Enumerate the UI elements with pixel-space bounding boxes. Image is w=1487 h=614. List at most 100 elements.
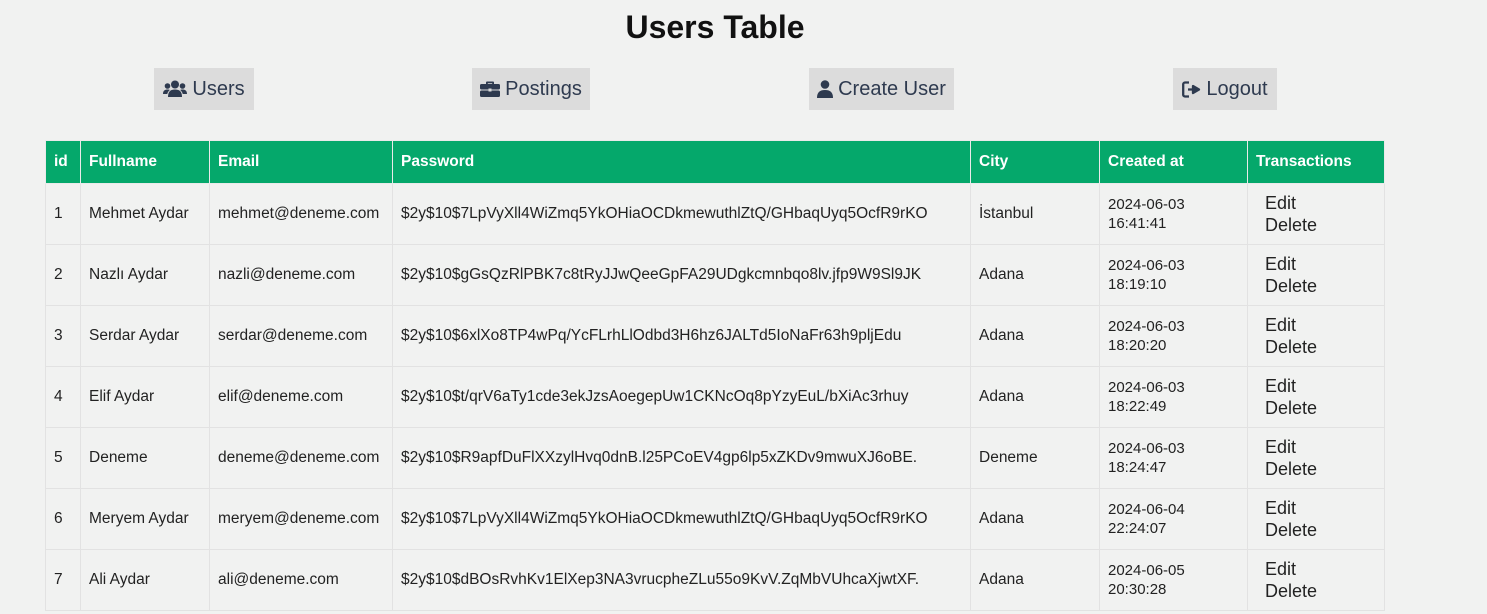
cell-fullname: Deneme	[80, 427, 210, 489]
cell-transactions: Edit Delete	[1247, 183, 1385, 245]
cell-transactions: Edit Delete	[1247, 488, 1385, 550]
delete-link[interactable]: Delete	[1265, 336, 1376, 358]
created-time: 22:24:07	[1108, 520, 1167, 537]
users-table: id Fullname Email Password City Created …	[45, 140, 1385, 611]
create-user-nav-label: Create User	[838, 77, 946, 100]
created-date: 2024-06-04	[1108, 501, 1185, 518]
briefcase-icon	[480, 80, 501, 98]
delete-link[interactable]: Delete	[1265, 458, 1376, 480]
cell-city: Adana	[970, 549, 1100, 611]
cell-city: Deneme	[970, 427, 1100, 489]
delete-link[interactable]: Delete	[1265, 519, 1376, 541]
table-row: 1 Mehmet Aydar mehmet@deneme.com $2y$10$…	[45, 183, 1385, 245]
column-header-transactions: Transactions	[1247, 140, 1385, 184]
cell-city: İstanbul	[970, 183, 1100, 245]
create-user-nav-button[interactable]: Create User	[809, 68, 954, 110]
cell-city: Adana	[970, 488, 1100, 550]
cell-created-at: 2024-06-03 18:20:20	[1099, 305, 1248, 367]
cell-id: 6	[45, 488, 81, 550]
delete-link[interactable]: Delete	[1265, 397, 1376, 419]
created-date: 2024-06-03	[1108, 318, 1185, 335]
cell-created-at: 2024-06-03 18:24:47	[1099, 427, 1248, 489]
column-header-password: Password	[392, 140, 971, 184]
cell-id: 5	[45, 427, 81, 489]
table-row: 5 Deneme deneme@deneme.com $2y$10$R9apfD…	[45, 427, 1385, 489]
cell-password: $2y$10$t/qrV6aTy1cde3ekJzsAoegepUw1CKNcO…	[392, 366, 971, 428]
column-header-city: City	[970, 140, 1100, 184]
cell-password: $2y$10$dBOsRvhKv1ElXep3NA3vrucpheZLu55o9…	[392, 549, 971, 611]
cell-email: mehmet@deneme.com	[209, 183, 393, 245]
cell-email: elif@deneme.com	[209, 366, 393, 428]
created-date: 2024-06-05	[1108, 562, 1185, 579]
created-time: 18:19:10	[1108, 276, 1167, 293]
cell-id: 1	[45, 183, 81, 245]
cell-transactions: Edit Delete	[1247, 366, 1385, 428]
edit-link[interactable]: Edit	[1265, 375, 1376, 397]
cell-password: $2y$10$6xlXo8TP4wPq/YcFLrhLlOdbd3H6hz6JA…	[392, 305, 971, 367]
created-date: 2024-06-03	[1108, 257, 1185, 274]
edit-link[interactable]: Edit	[1265, 436, 1376, 458]
cell-transactions: Edit Delete	[1247, 427, 1385, 489]
cell-created-at: 2024-06-04 22:24:07	[1099, 488, 1248, 550]
cell-email: ali@deneme.com	[209, 549, 393, 611]
cell-fullname: Serdar Aydar	[80, 305, 210, 367]
logout-nav-label: Logout	[1206, 77, 1268, 100]
cell-fullname: Mehmet Aydar	[80, 183, 210, 245]
users-icon	[163, 80, 188, 98]
cell-password: $2y$10$gGsQzRlPBK7c8tRyJJwQeeGpFA29UDgkc…	[392, 244, 971, 306]
cell-fullname: Nazlı Aydar	[80, 244, 210, 306]
cell-id: 4	[45, 366, 81, 428]
edit-link[interactable]: Edit	[1265, 558, 1376, 580]
table-row: 4 Elif Aydar elif@deneme.com $2y$10$t/qr…	[45, 366, 1385, 428]
cell-transactions: Edit Delete	[1247, 549, 1385, 611]
edit-link[interactable]: Edit	[1265, 192, 1376, 214]
cell-city: Adana	[970, 244, 1100, 306]
logout-icon	[1182, 80, 1201, 98]
cell-id: 3	[45, 305, 81, 367]
table-row: 2 Nazlı Aydar nazli@deneme.com $2y$10$gG…	[45, 244, 1385, 306]
table-row: 7 Ali Aydar ali@deneme.com $2y$10$dBOsRv…	[45, 549, 1385, 611]
cell-transactions: Edit Delete	[1247, 244, 1385, 306]
delete-link[interactable]: Delete	[1265, 275, 1376, 297]
created-time: 18:22:49	[1108, 398, 1167, 415]
created-date: 2024-06-03	[1108, 440, 1185, 457]
created-time: 20:30:28	[1108, 581, 1167, 598]
cell-created-at: 2024-06-03 16:41:41	[1099, 183, 1248, 245]
created-time: 18:24:47	[1108, 459, 1167, 476]
column-header-fullname: Fullname	[80, 140, 210, 184]
cell-email: deneme@deneme.com	[209, 427, 393, 489]
postings-nav-button[interactable]: Postings	[472, 68, 590, 110]
column-header-email: Email	[209, 140, 393, 184]
edit-link[interactable]: Edit	[1265, 253, 1376, 275]
cell-password: $2y$10$7LpVyXll4WiZmq5YkOHiaOCDkmewuthlZ…	[392, 488, 971, 550]
cell-transactions: Edit Delete	[1247, 305, 1385, 367]
user-icon	[817, 80, 834, 98]
created-time: 18:20:20	[1108, 337, 1167, 354]
cell-email: meryem@deneme.com	[209, 488, 393, 550]
edit-link[interactable]: Edit	[1265, 314, 1376, 336]
cell-city: Adana	[970, 366, 1100, 428]
postings-nav-label: Postings	[505, 77, 582, 100]
column-header-id: id	[45, 140, 81, 184]
cell-fullname: Elif Aydar	[80, 366, 210, 428]
cell-created-at: 2024-06-05 20:30:28	[1099, 549, 1248, 611]
column-header-created-at: Created at	[1099, 140, 1248, 184]
cell-fullname: Meryem Aydar	[80, 488, 210, 550]
users-nav-button[interactable]: Users	[154, 68, 254, 110]
table-row: 6 Meryem Aydar meryem@deneme.com $2y$10$…	[45, 488, 1385, 550]
cell-password: $2y$10$R9apfDuFlXXzylHvq0dnB.l25PCoEV4gp…	[392, 427, 971, 489]
table-body: 1 Mehmet Aydar mehmet@deneme.com $2y$10$…	[45, 183, 1385, 611]
logout-nav-button[interactable]: Logout	[1173, 68, 1277, 110]
delete-link[interactable]: Delete	[1265, 580, 1376, 602]
users-nav-label: Users	[192, 77, 245, 100]
cell-password: $2y$10$7LpVyXll4WiZmq5YkOHiaOCDkmewuthlZ…	[392, 183, 971, 245]
page-title: Users Table	[625, 9, 805, 45]
cell-created-at: 2024-06-03 18:19:10	[1099, 244, 1248, 306]
edit-link[interactable]: Edit	[1265, 497, 1376, 519]
cell-created-at: 2024-06-03 18:22:49	[1099, 366, 1248, 428]
delete-link[interactable]: Delete	[1265, 214, 1376, 236]
cell-email: serdar@deneme.com	[209, 305, 393, 367]
cell-city: Adana	[970, 305, 1100, 367]
created-time: 16:41:41	[1108, 215, 1167, 232]
cell-email: nazli@deneme.com	[209, 244, 393, 306]
